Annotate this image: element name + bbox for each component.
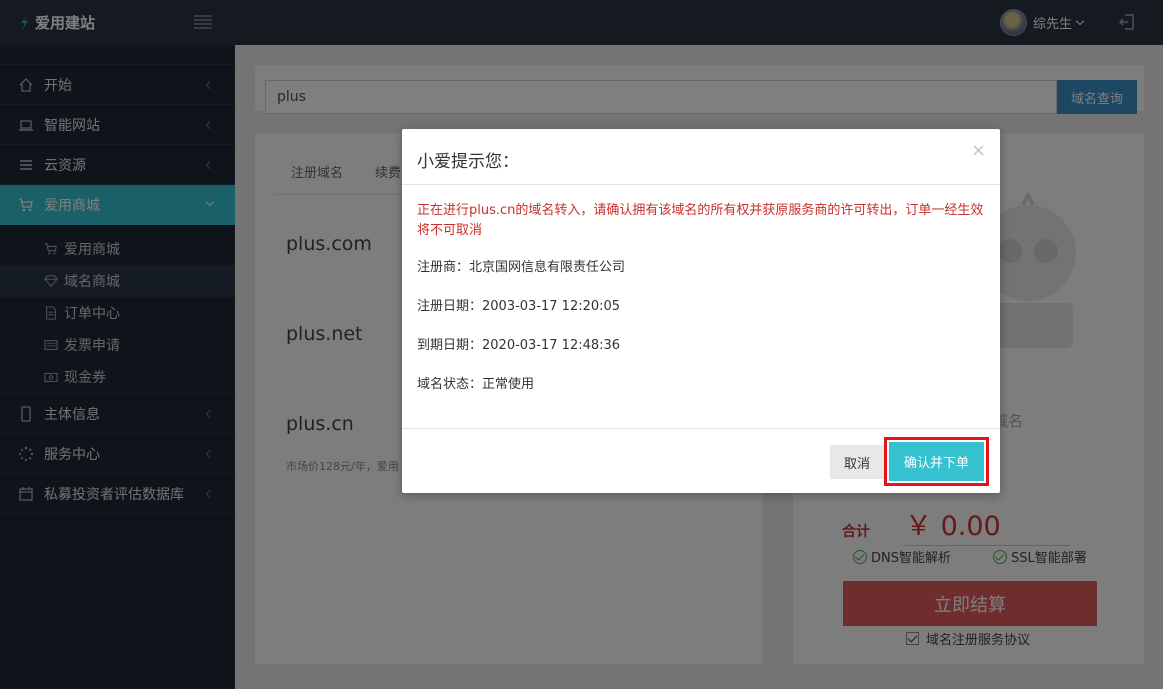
domain-status: 域名状态：正常使用	[417, 377, 535, 392]
cancel-button[interactable]: 取消	[830, 445, 884, 479]
dialog-header: 小爱提示您： ×	[402, 129, 1000, 185]
confirm-order-button[interactable]: 确认并下单	[889, 442, 984, 481]
dialog-footer: 取消 确认并下单	[402, 429, 1000, 492]
registrar-info: 注册商：北京国网信息有限责任公司	[417, 260, 626, 275]
dialog-body: 正在进行plus.cn的域名转入，请确认拥有该域名的所有权并获原服务商的许可转出…	[402, 185, 1000, 429]
expiration-date: 到期日期：2020-03-17 12:48:36	[417, 338, 621, 353]
registration-date: 注册日期：2003-03-17 12:20:05	[417, 299, 621, 314]
dialog-title: 小爱提示您：	[417, 152, 519, 172]
close-icon[interactable]: ×	[971, 140, 986, 161]
transfer-warning: 正在进行plus.cn的域名转入，请确认拥有该域名的所有权并获原服务商的许可转出…	[417, 203, 984, 238]
transfer-confirm-dialog: 小爱提示您： × 正在进行plus.cn的域名转入，请确认拥有该域名的所有权并获…	[402, 129, 1000, 493]
